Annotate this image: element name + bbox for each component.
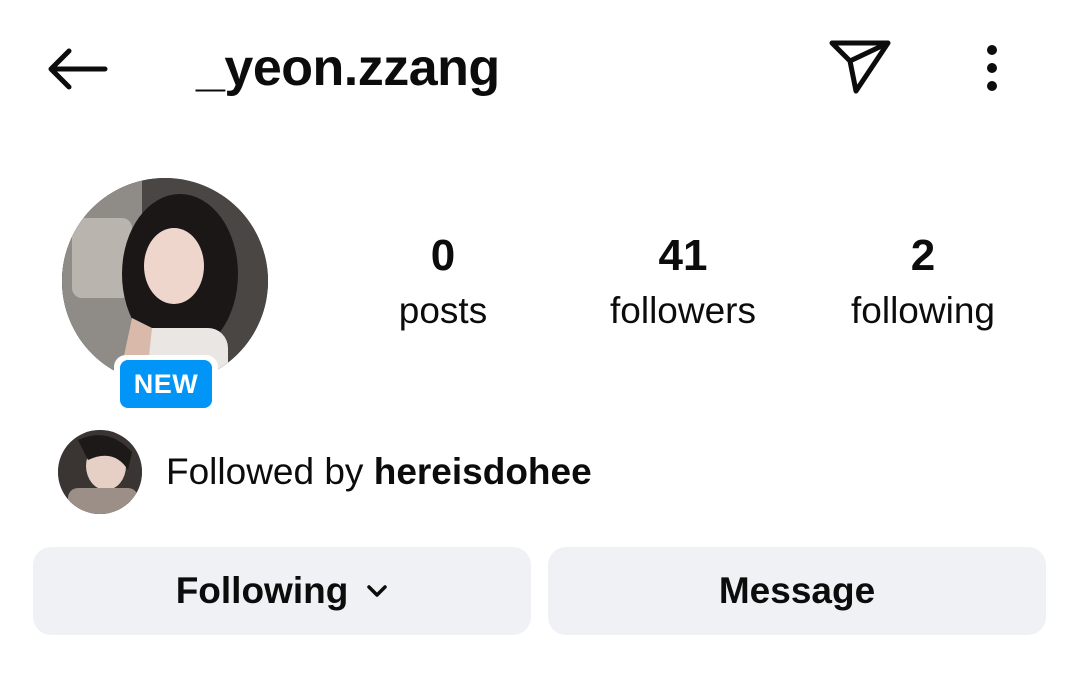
- send-message-button[interactable]: [824, 34, 896, 98]
- stat-posts[interactable]: 0 posts: [333, 226, 553, 336]
- following-button-label: Following: [175, 570, 349, 611]
- followers-count: 41: [658, 231, 708, 280]
- profile-avatar[interactable]: [62, 178, 268, 384]
- stat-followers[interactable]: 41 followers: [573, 226, 793, 336]
- stat-following[interactable]: 2 following: [813, 226, 1033, 336]
- posts-label: posts: [398, 290, 488, 331]
- more-vertical-icon: [987, 45, 997, 91]
- new-badge: NEW: [114, 355, 218, 413]
- following-label: following: [851, 290, 995, 331]
- followers-label: followers: [610, 290, 756, 331]
- new-badge-label: NEW: [120, 360, 212, 408]
- message-button-label: Message: [718, 570, 876, 611]
- arrow-left-icon: [48, 48, 108, 90]
- back-button[interactable]: [40, 40, 114, 98]
- paper-plane-icon: [829, 40, 891, 94]
- following-count: 2: [910, 231, 936, 280]
- chevron-down-icon: [366, 584, 388, 598]
- mutual-follower-name[interactable]: hereisdohee: [374, 451, 592, 492]
- mutual-follower-photo: [58, 430, 142, 514]
- more-options-button[interactable]: [966, 36, 1018, 100]
- followed-by-text[interactable]: Followed by hereisdohee: [166, 448, 592, 496]
- following-button[interactable]: Following: [33, 547, 531, 635]
- followed-by-prefix: Followed by: [166, 451, 374, 492]
- profile-username: _yeon.zzang: [196, 39, 500, 97]
- posts-count: 0: [430, 231, 456, 280]
- mutual-follower-avatar[interactable]: [58, 430, 142, 514]
- message-button[interactable]: Message: [548, 547, 1046, 635]
- profile-photo: [62, 178, 268, 384]
